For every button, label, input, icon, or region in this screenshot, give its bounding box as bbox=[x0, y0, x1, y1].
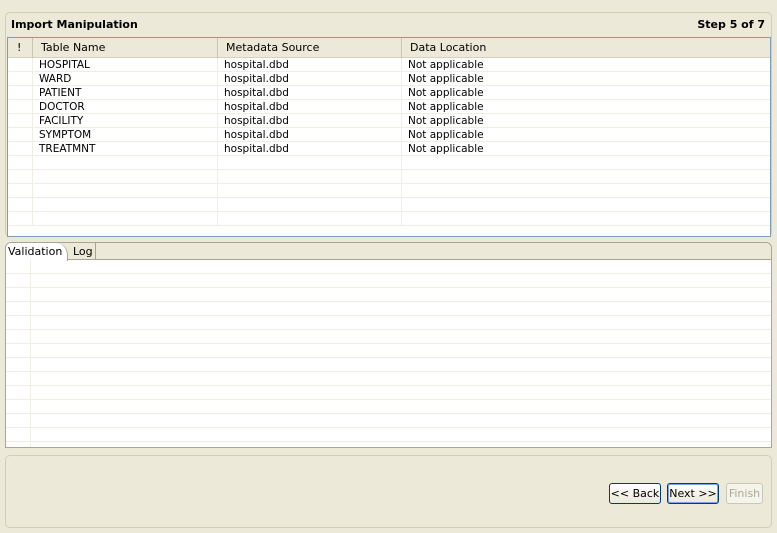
validation-row bbox=[6, 344, 771, 358]
table-name-cell: DOCTOR bbox=[33, 100, 218, 114]
validation-row bbox=[6, 400, 771, 414]
metadata-source-cell bbox=[218, 198, 402, 212]
tab-bar: Validation Log bbox=[6, 243, 771, 261]
metadata-source-cell: hospital.dbd bbox=[218, 58, 402, 72]
table-name-cell: SYMPTOM bbox=[33, 128, 218, 142]
table-row[interactable]: TREATMNT hospital.dbd Not applicable bbox=[8, 142, 770, 156]
data-location-cell: Not applicable bbox=[408, 73, 484, 85]
metadata-source-cell bbox=[218, 212, 402, 226]
table-row[interactable] bbox=[8, 198, 770, 212]
validation-row bbox=[6, 330, 771, 344]
data-location-cell: Not applicable bbox=[408, 101, 484, 113]
data-location-cell: Not applicable bbox=[408, 87, 484, 99]
status-cell bbox=[8, 128, 33, 142]
data-location-cell: Not applicable bbox=[408, 59, 484, 71]
table-name-cell: FACILITY bbox=[33, 114, 218, 128]
table-name-cell: WARD bbox=[33, 72, 218, 86]
validation-row bbox=[6, 414, 771, 428]
validation-list bbox=[6, 260, 771, 447]
metadata-source-cell: hospital.dbd bbox=[218, 128, 402, 142]
data-location-cell bbox=[402, 198, 770, 212]
table-row[interactable] bbox=[8, 156, 770, 170]
status-cell bbox=[8, 170, 33, 184]
status-cell bbox=[8, 184, 33, 198]
data-location-cell: Not applicable bbox=[408, 129, 484, 141]
wizard-button-panel: << Back Next >> Finish bbox=[5, 455, 772, 528]
tab-log[interactable]: Log bbox=[68, 243, 96, 260]
table-name-cell bbox=[33, 170, 218, 184]
table-name-cell: PATIENT bbox=[33, 86, 218, 100]
status-cell bbox=[8, 212, 33, 226]
metadata-source-cell bbox=[218, 170, 402, 184]
data-location-cell bbox=[402, 184, 770, 198]
table-name-cell bbox=[33, 156, 218, 170]
validation-row bbox=[6, 288, 771, 302]
status-cell bbox=[8, 72, 33, 86]
status-cell bbox=[8, 114, 33, 128]
status-cell bbox=[8, 198, 33, 212]
table-row[interactable]: PATIENT hospital.dbd Not applicable bbox=[8, 86, 770, 100]
status-cell bbox=[8, 156, 33, 170]
validation-row bbox=[6, 358, 771, 372]
step-indicator: Step 5 of 7 bbox=[697, 18, 765, 31]
table-row[interactable]: HOSPITAL hospital.dbd Not applicable bbox=[8, 58, 770, 72]
table-name-cell: TREATMNT bbox=[33, 142, 218, 156]
table-row[interactable] bbox=[8, 212, 770, 226]
table-row[interactable] bbox=[8, 184, 770, 198]
table-name-cell: HOSPITAL bbox=[33, 58, 218, 72]
page-title: Import Manipulation bbox=[11, 18, 138, 31]
metadata-source-cell: hospital.dbd bbox=[218, 72, 402, 86]
table-name-cell bbox=[33, 212, 218, 226]
data-location-cell: Not applicable bbox=[408, 115, 484, 127]
data-location-cell bbox=[402, 212, 770, 226]
column-header-status[interactable]: ! bbox=[8, 38, 33, 58]
validation-row bbox=[6, 442, 771, 447]
metadata-source-cell: hospital.dbd bbox=[218, 114, 402, 128]
metadata-source-cell: hospital.dbd bbox=[218, 100, 402, 114]
column-header-data-location[interactable]: Data Location bbox=[402, 38, 770, 58]
validation-log-tabs: Validation Log bbox=[5, 242, 772, 448]
table-row[interactable]: FACILITY hospital.dbd Not applicable bbox=[8, 114, 770, 128]
import-manipulation-panel: Import Manipulation Step 5 of 7 ! Table … bbox=[5, 12, 772, 237]
status-cell bbox=[8, 142, 33, 156]
validation-row bbox=[6, 260, 771, 274]
table-row[interactable]: SYMPTOM hospital.dbd Not applicable bbox=[8, 128, 770, 142]
column-header-table-name[interactable]: Table Name bbox=[33, 38, 218, 58]
data-location-cell bbox=[402, 156, 770, 170]
column-header-metadata-source[interactable]: Metadata Source bbox=[218, 38, 402, 58]
table-name-cell bbox=[33, 184, 218, 198]
finish-button[interactable]: Finish bbox=[726, 483, 763, 504]
metadata-source-cell: hospital.dbd bbox=[218, 142, 402, 156]
data-location-cell: Not applicable bbox=[408, 143, 484, 155]
validation-row bbox=[6, 302, 771, 316]
data-location-cell bbox=[402, 170, 770, 184]
metadata-source-cell bbox=[218, 184, 402, 198]
table-row[interactable] bbox=[8, 170, 770, 184]
status-cell bbox=[8, 86, 33, 100]
validation-row bbox=[6, 316, 771, 330]
next-button[interactable]: Next >> bbox=[667, 483, 719, 504]
table-name-cell bbox=[33, 198, 218, 212]
grid-header: ! Table Name Metadata Source Data Locati… bbox=[8, 38, 770, 58]
tab-validation[interactable]: Validation bbox=[6, 243, 68, 261]
status-cell bbox=[8, 58, 33, 72]
validation-row bbox=[6, 386, 771, 400]
metadata-source-cell: hospital.dbd bbox=[218, 86, 402, 100]
validation-row bbox=[6, 428, 771, 442]
validation-row bbox=[6, 372, 771, 386]
tables-grid: ! Table Name Metadata Source Data Locati… bbox=[7, 37, 771, 237]
metadata-source-cell bbox=[218, 156, 402, 170]
status-cell bbox=[8, 100, 33, 114]
table-row[interactable]: WARD hospital.dbd Not applicable bbox=[8, 72, 770, 86]
validation-row bbox=[6, 274, 771, 288]
back-button[interactable]: << Back bbox=[609, 483, 661, 504]
table-row[interactable]: DOCTOR hospital.dbd Not applicable bbox=[8, 100, 770, 114]
